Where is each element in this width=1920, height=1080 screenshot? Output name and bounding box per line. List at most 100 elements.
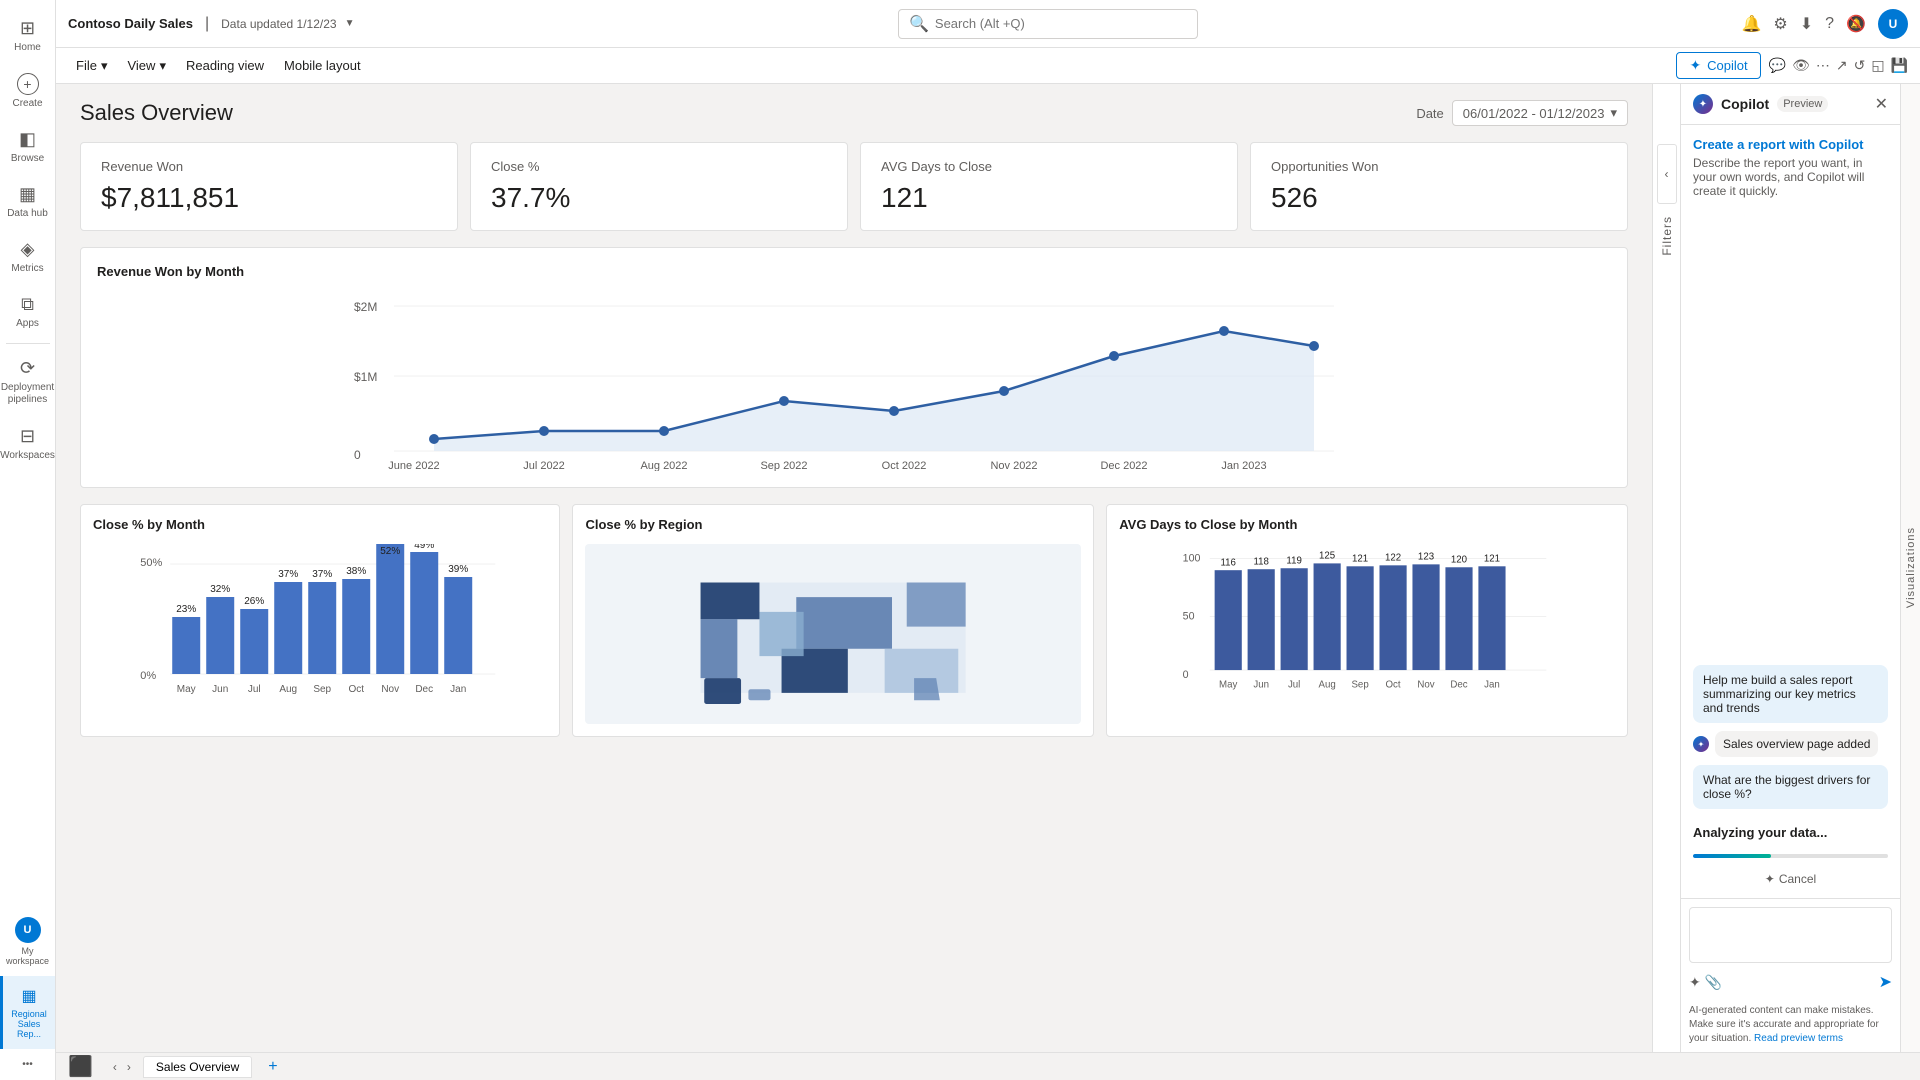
svg-text:Jun: Jun bbox=[212, 684, 228, 695]
svg-text:Jul: Jul bbox=[1288, 680, 1300, 691]
mobile-layout-btn[interactable]: Mobile layout bbox=[276, 54, 369, 77]
close-pct-region-title: Close % by Region bbox=[585, 517, 1081, 532]
date-label: Date bbox=[1416, 106, 1443, 121]
kpi-value-opportunities: 526 bbox=[1271, 182, 1607, 214]
copilot-attach-icon[interactable]: 📎 bbox=[1705, 974, 1722, 991]
nav-item-create[interactable]: + Create bbox=[0, 63, 55, 119]
nav-item-deployment[interactable]: ⟳ Deploymentpipelines bbox=[0, 348, 55, 416]
chevron-down-icon: ▾ bbox=[1610, 105, 1617, 121]
svg-text:Jul: Jul bbox=[248, 684, 261, 695]
svg-text:Jun: Jun bbox=[1254, 680, 1270, 691]
subscribe-icon[interactable]: 👁 bbox=[1792, 57, 1810, 74]
close-pct-region-card: Close % by Region bbox=[572, 504, 1094, 737]
kpi-value-close-pct: 37.7% bbox=[491, 182, 827, 214]
kpi-card-revenue: Revenue Won $7,811,851 bbox=[80, 142, 458, 231]
comment-icon[interactable]: 💬 bbox=[1769, 57, 1786, 74]
line-chart-svg: $2M $1M 0 bbox=[97, 291, 1611, 471]
refresh-icon[interactable]: ↺ bbox=[1854, 57, 1866, 74]
copilot-cancel-btn[interactable]: ✦ Cancel bbox=[1693, 872, 1888, 886]
app-title: Contoso Daily Sales bbox=[68, 16, 193, 31]
download-icon[interactable]: ⬇ bbox=[1800, 14, 1813, 34]
tab-label: Sales Overview bbox=[156, 1060, 239, 1074]
share-icon[interactable]: ↗ bbox=[1836, 57, 1848, 74]
copilot-analyzing-label: Analyzing your data... bbox=[1693, 825, 1888, 840]
copilot-read-terms-link[interactable]: Read preview terms bbox=[1754, 1033, 1843, 1044]
copilot-progress-bar bbox=[1693, 854, 1771, 858]
filters-collapse-btn[interactable]: ‹ bbox=[1657, 144, 1677, 204]
kpi-label-revenue: Revenue Won bbox=[101, 159, 437, 174]
copilot-input-field[interactable] bbox=[1689, 907, 1892, 963]
kpi-row: Revenue Won $7,811,851 Close % 37.7% AVG… bbox=[80, 142, 1628, 231]
status-tab-sales[interactable]: Sales Overview bbox=[143, 1056, 252, 1078]
copilot-progress-bar-container bbox=[1693, 854, 1888, 858]
chevron-down-icon: ▾ bbox=[159, 58, 166, 74]
file-menu[interactable]: File ▾ bbox=[68, 54, 115, 78]
nav-item-myworkspace[interactable]: U My workspace bbox=[0, 907, 55, 976]
chevron-down-icon: ▾ bbox=[101, 58, 108, 74]
us-map bbox=[585, 544, 1081, 724]
next-page-btn[interactable]: › bbox=[123, 1058, 135, 1076]
nav-item-browse[interactable]: ◧ Browse bbox=[0, 119, 55, 174]
kpi-label-close-pct: Close % bbox=[491, 159, 827, 174]
avg-days-month-card: AVG Days to Close by Month 100 50 0 bbox=[1106, 504, 1628, 737]
copilot-bot-text-1: Sales overview page added bbox=[1715, 731, 1878, 757]
help-icon[interactable]: ? bbox=[1825, 15, 1834, 33]
svg-text:116: 116 bbox=[1221, 557, 1236, 568]
format-icon[interactable]: ◱ bbox=[1871, 57, 1884, 74]
chevron-down-icon[interactable]: ▼ bbox=[345, 18, 355, 29]
svg-text:123: 123 bbox=[1418, 552, 1434, 563]
status-nav: ‹ › bbox=[109, 1058, 135, 1076]
copilot-input-row: ✦ 📎 ➤ bbox=[1689, 972, 1892, 992]
filters-label-container: Filters bbox=[1660, 216, 1674, 261]
copilot-preview-badge: Preview bbox=[1777, 96, 1828, 112]
date-value[interactable]: 06/01/2022 - 01/12/2023 ▾ bbox=[1452, 100, 1628, 126]
svg-text:Aug 2022: Aug 2022 bbox=[640, 460, 687, 471]
search-bar[interactable]: 🔍 bbox=[898, 9, 1198, 39]
view-menu[interactable]: View ▾ bbox=[119, 54, 173, 78]
prev-page-btn[interactable]: ‹ bbox=[109, 1058, 121, 1076]
user-avatar-top[interactable]: U bbox=[1878, 9, 1908, 39]
svg-text:Nov: Nov bbox=[1418, 680, 1435, 691]
viz-bar[interactable]: Visualizations bbox=[1900, 84, 1920, 1052]
copilot-close-btn[interactable]: ✕ bbox=[1875, 94, 1888, 114]
reading-view-btn[interactable]: Reading view bbox=[178, 54, 272, 77]
copilot-spark-icon[interactable]: ✦ bbox=[1689, 974, 1701, 991]
more-options-icon[interactable]: ⋯ bbox=[1816, 57, 1830, 74]
copilot-create-label[interactable]: Create a report with Copilot bbox=[1693, 137, 1888, 152]
nav-item-more[interactable]: ••• bbox=[0, 1049, 55, 1080]
svg-text:Jul 2022: Jul 2022 bbox=[523, 460, 565, 471]
save-icon[interactable]: 💾 bbox=[1891, 57, 1908, 74]
copilot-button[interactable]: ✦ Copilot bbox=[1676, 52, 1760, 79]
apps-icon: ⧉ bbox=[21, 294, 34, 315]
svg-text:0%: 0% bbox=[140, 670, 156, 682]
search-icon: 🔍 bbox=[909, 14, 929, 34]
nav-item-apps[interactable]: ⧉ Apps bbox=[0, 284, 55, 339]
nav-item-regional[interactable]: ▦ RegionalSales Rep... bbox=[0, 976, 55, 1049]
toolbar: File ▾ View ▾ Reading view Mobile layout… bbox=[56, 48, 1920, 84]
date-filter: Date 06/01/2022 - 01/12/2023 ▾ bbox=[1416, 100, 1628, 126]
svg-text:Sep: Sep bbox=[1352, 680, 1369, 691]
nav-item-home[interactable]: ⊞ Home bbox=[0, 8, 55, 63]
svg-text:50%: 50% bbox=[140, 557, 162, 569]
charts-bottom-row: Close % by Month 50% 0% bbox=[80, 504, 1628, 737]
svg-text:Oct: Oct bbox=[1386, 680, 1401, 691]
svg-text:120: 120 bbox=[1451, 554, 1468, 565]
notification-icon[interactable]: 🔔 bbox=[1741, 14, 1761, 34]
alerts-icon[interactable]: 🔕 bbox=[1846, 14, 1866, 34]
us-map-svg bbox=[610, 553, 1056, 715]
search-input[interactable] bbox=[935, 16, 1155, 31]
svg-text:118: 118 bbox=[1254, 556, 1269, 567]
status-bar: ⬛ ‹ › Sales Overview + bbox=[56, 1052, 1920, 1080]
powerbi-logo: ⬛ bbox=[68, 1054, 93, 1079]
avg-days-chart-area: 100 50 0 116 May bbox=[1119, 544, 1615, 704]
nav-item-datahub[interactable]: ▦ Data hub bbox=[0, 174, 55, 229]
nav-item-workspaces[interactable]: ⊟ Workspaces bbox=[0, 416, 55, 471]
svg-text:Sep: Sep bbox=[313, 684, 331, 695]
add-tab-btn[interactable]: + bbox=[260, 1055, 285, 1079]
settings-icon[interactable]: ⚙ bbox=[1773, 14, 1787, 34]
content-row: Sales Overview Date 06/01/2022 - 01/12/2… bbox=[56, 84, 1920, 1052]
copilot-send-btn[interactable]: ➤ bbox=[1879, 972, 1892, 992]
close-pct-month-card: Close % by Month 50% 0% bbox=[80, 504, 560, 737]
svg-text:52%: 52% bbox=[380, 546, 400, 557]
nav-item-metrics[interactable]: ◈ Metrics bbox=[0, 229, 55, 284]
